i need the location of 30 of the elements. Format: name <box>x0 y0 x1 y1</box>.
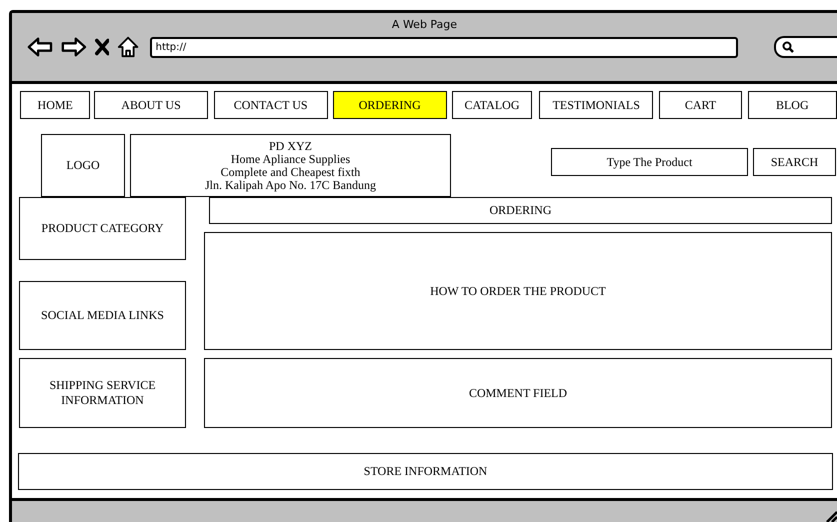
nav-tab[interactable]: CATALOG <box>452 91 532 119</box>
store-information-panel: STORE INFORMATION <box>18 453 833 490</box>
logo-box: LOGO <box>41 134 125 197</box>
nav-tab[interactable]: TESTIMONIALS <box>539 91 654 119</box>
search-icon <box>782 41 794 53</box>
how-to-order-panel: HOW TO ORDER THE PRODUCT <box>204 232 832 350</box>
sidebar-panel: SOCIAL MEDIA LINKS <box>19 281 186 350</box>
close-icon[interactable] <box>94 38 110 56</box>
nav-tab[interactable]: ORDERING <box>332 91 447 119</box>
nav-tab[interactable]: HOME <box>20 91 90 119</box>
home-icon[interactable] <box>117 35 140 59</box>
section-title: ORDERING <box>209 197 832 224</box>
sidebar-panel: SHIPPING SERVICE INFORMATION <box>19 358 186 428</box>
store-info-line: Complete and Cheapest fixth <box>220 166 360 178</box>
nav-tab[interactable]: ABOUT US <box>94 91 208 119</box>
nav-tab[interactable]: CART <box>659 91 742 119</box>
search-button[interactable]: SEARCH <box>753 148 836 176</box>
comment-panel: COMMENT FIELD <box>204 358 832 428</box>
nav-tab[interactable]: BLOG <box>748 91 837 119</box>
nav-tab[interactable]: CONTACT US <box>214 91 328 119</box>
forward-icon[interactable] <box>60 36 87 58</box>
address-field[interactable]: http:// <box>150 36 738 58</box>
store-info-line: PD XYZ <box>268 140 312 152</box>
sidebar-panel: PRODUCT CATEGORY <box>19 197 186 260</box>
window-title: A Web Page <box>392 18 458 31</box>
store-info-line: Jln. Kalipah Apo No. 17C Bandung <box>205 178 376 192</box>
store-info-line: Home Apliance Supplies <box>230 152 350 166</box>
back-icon[interactable] <box>27 36 53 58</box>
search-field[interactable] <box>774 36 837 58</box>
product-search-field[interactable]: Type The Product <box>551 148 748 176</box>
